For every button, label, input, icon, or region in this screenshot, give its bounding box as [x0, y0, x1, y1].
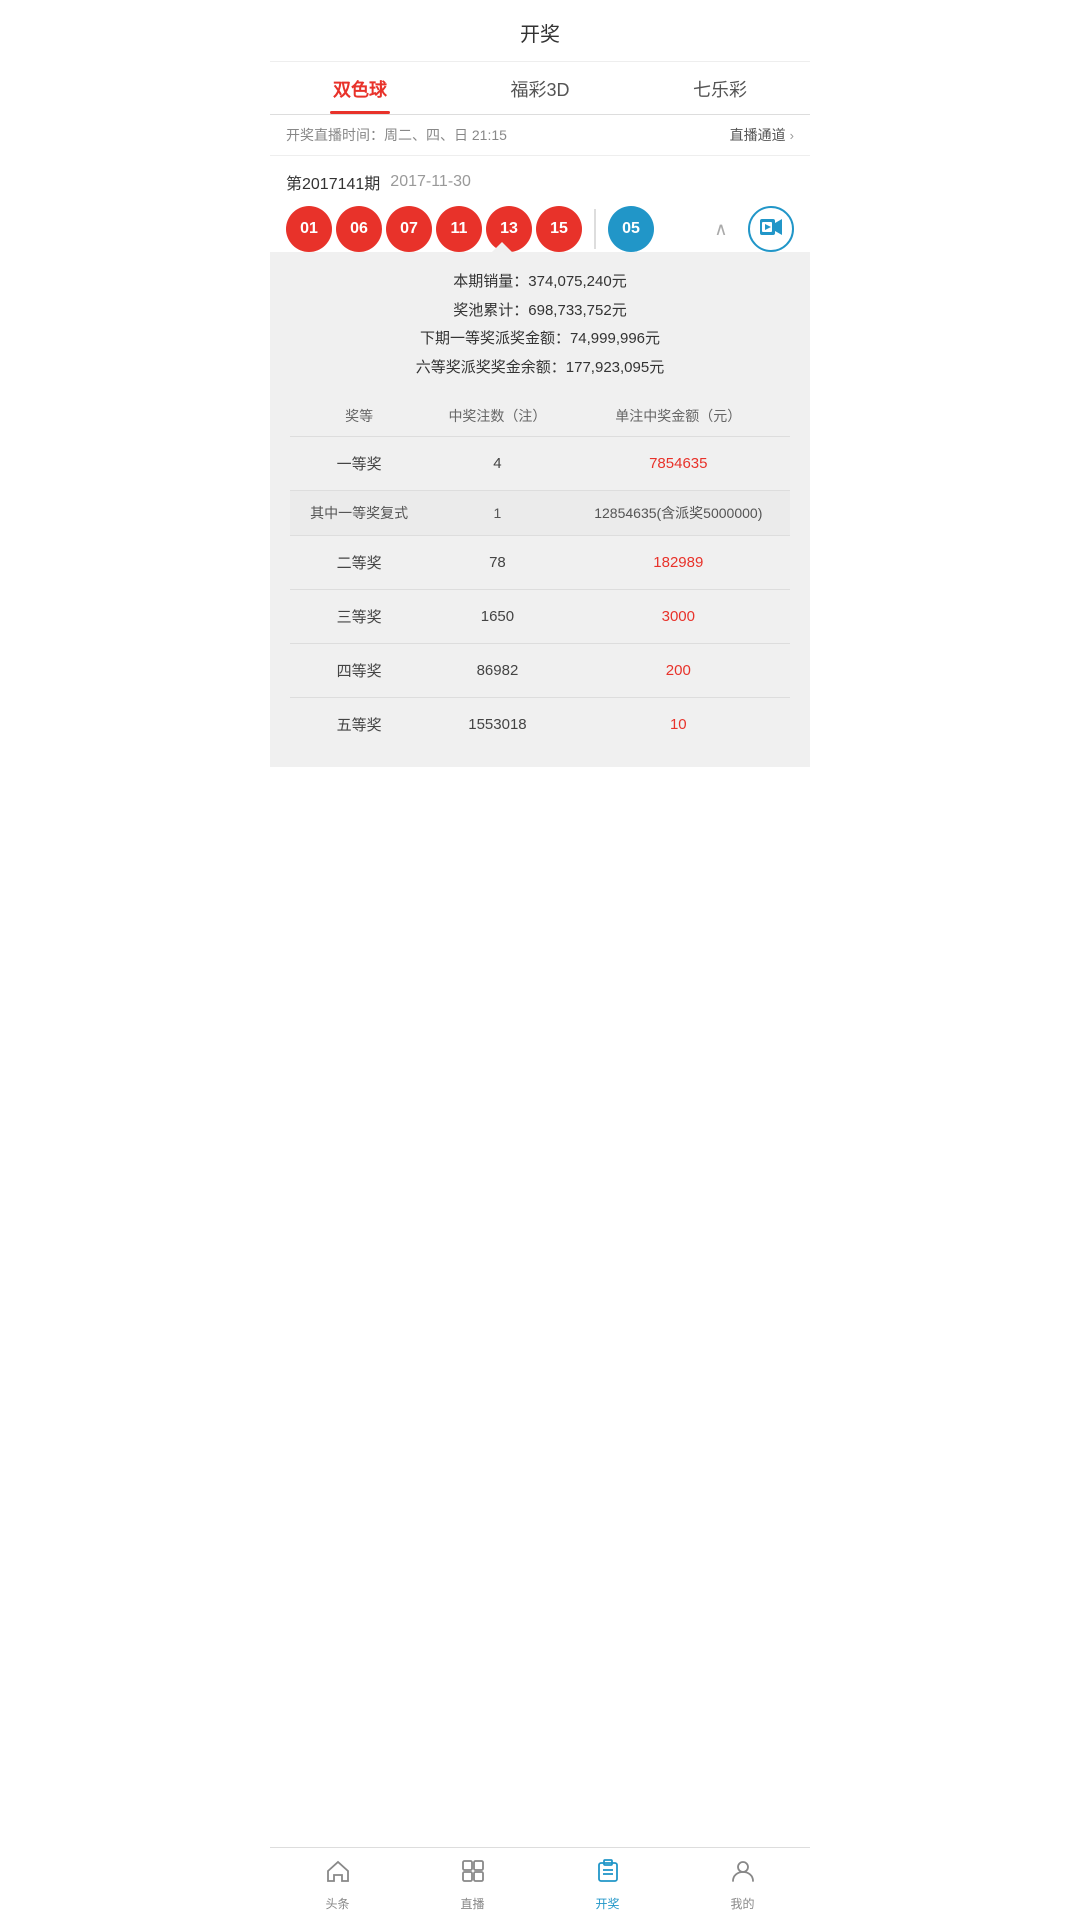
- prize-count-2: 78: [428, 536, 566, 590]
- page-title: 开奖: [270, 0, 810, 62]
- summary-line3: 下期一等奖派奖金额：74,999,996元: [290, 325, 790, 354]
- lottery-tabs: 双色球 福彩3D 七乐彩: [270, 62, 810, 115]
- summary-line1: 本期销量：374,075,240元: [290, 268, 790, 297]
- nav-lottery-label: 开奖: [595, 1895, 619, 1912]
- nav-mine[interactable]: 我的: [675, 1848, 810, 1920]
- red-ball-2: 06: [336, 206, 382, 252]
- prize-level-5: 五等奖: [290, 698, 428, 752]
- prize-count-1: 1: [428, 491, 566, 536]
- nav-live[interactable]: 直播: [405, 1848, 540, 1920]
- prize-amount-0: 7854635: [567, 437, 790, 491]
- issue-date: 2017-11-30: [390, 173, 471, 191]
- prize-count-0: 4: [428, 437, 566, 491]
- summary-line2: 奖池累计：698,733,752元: [290, 297, 790, 326]
- summary-line4: 六等奖派奖奖金余额：177,923,095元: [290, 354, 790, 383]
- video-button[interactable]: [748, 206, 794, 252]
- home-icon: [325, 1858, 351, 1891]
- red-ball-3: 07: [386, 206, 432, 252]
- col-header-level: 奖等: [290, 396, 428, 437]
- broadcast-channel-link[interactable]: 直播通道 ›: [730, 125, 794, 145]
- chevron-right-icon: ›: [790, 128, 794, 143]
- nav-headlines[interactable]: 头条: [270, 1848, 405, 1920]
- chevron-up-icon: ∧: [714, 219, 727, 240]
- detail-panel: 本期销量：374,075,240元 奖池累计：698,733,752元 下期一等…: [270, 252, 810, 767]
- issue-section: 第2017141期 2017-11-30 01 06 07 11 13 15 0…: [270, 156, 810, 252]
- issue-number: 第2017141期: [286, 170, 380, 194]
- tab-fucai3d[interactable]: 福彩3D: [450, 62, 630, 114]
- prize-amount-5: 10: [567, 698, 790, 752]
- blue-ball-1: 05: [608, 206, 654, 252]
- nav-mine-label: 我的: [730, 1895, 754, 1912]
- prize-amount-4: 200: [567, 644, 790, 698]
- bottom-nav: 头条 直播 开奖: [270, 1847, 810, 1920]
- clipboard-icon: [595, 1858, 621, 1891]
- red-ball-1: 01: [286, 206, 332, 252]
- tab-shuangseqiu[interactable]: 双色球: [270, 62, 450, 114]
- nav-live-label: 直播: [460, 1895, 484, 1912]
- summary-info: 本期销量：374,075,240元 奖池累计：698,733,752元 下期一等…: [290, 268, 790, 382]
- prize-amount-3: 3000: [567, 590, 790, 644]
- prize-count-4: 86982: [428, 644, 566, 698]
- prize-count-5: 1553018: [428, 698, 566, 752]
- issue-header: 第2017141期 2017-11-30: [286, 170, 794, 194]
- col-header-amount: 单注中奖金额（元）: [567, 396, 790, 437]
- col-header-count: 中奖注数（注）: [428, 396, 566, 437]
- red-ball-6: 15: [536, 206, 582, 252]
- prize-level-0: 一等奖: [290, 437, 428, 491]
- prize-level-3: 三等奖: [290, 590, 428, 644]
- prize-amount-2: 182989: [567, 536, 790, 590]
- nav-lottery[interactable]: 开奖: [540, 1848, 675, 1920]
- prize-table: 奖等 中奖注数（注） 单注中奖金额（元） 一等奖 4 7854635 其中一等奖…: [290, 396, 790, 751]
- prize-amount-1: 12854635(含派奖5000000): [567, 491, 790, 536]
- broadcast-bar: 开奖直播时间：周二、四、日 21:15 直播通道 ›: [270, 115, 810, 156]
- numbers-row: 01 06 07 11 13 15 05 ∧: [286, 206, 794, 252]
- prize-count-3: 1650: [428, 590, 566, 644]
- prize-level-2: 二等奖: [290, 536, 428, 590]
- nav-headlines-label: 头条: [325, 1895, 349, 1912]
- prize-level-1: 其中一等奖复式: [290, 491, 428, 536]
- person-icon: [730, 1858, 756, 1891]
- prize-level-4: 四等奖: [290, 644, 428, 698]
- collapse-button[interactable]: ∧: [704, 212, 738, 246]
- ball-divider: [594, 209, 596, 249]
- video-icon: [760, 218, 782, 241]
- red-ball-4: 11: [436, 206, 482, 252]
- broadcast-time: 开奖直播时间：周二、四、日 21:15: [286, 125, 507, 145]
- grid-icon: [460, 1858, 486, 1891]
- tab-qilecai[interactable]: 七乐彩: [630, 62, 810, 114]
